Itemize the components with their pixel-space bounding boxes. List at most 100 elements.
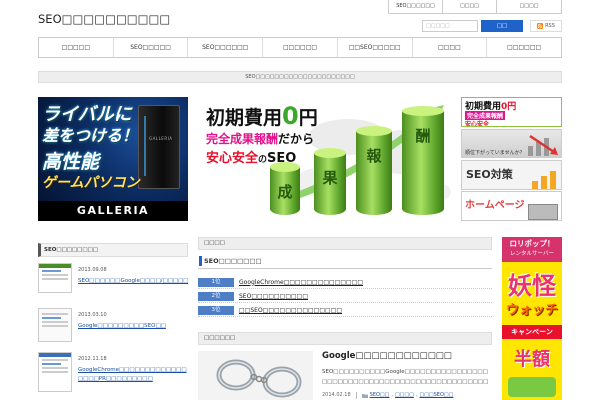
post-date: 2012.11.18: [78, 356, 107, 362]
category-link[interactable]: □□□□: [395, 391, 414, 399]
search-button[interactable]: □□: [481, 20, 523, 32]
seo-main-banner[interactable]: 初期費用0円 完全成果報酬だから 安心安全のSEO 成 果 報 酬: [198, 97, 458, 221]
side-banner-1-line-3: 安心安全: [465, 121, 490, 127]
post-title-link[interactable]: SEO□□□□□□Google□□□□/□□□□□: [78, 277, 188, 286]
thumb-line: [42, 371, 68, 373]
post-title-link[interactable]: Google□□□□□□□□□SEO□□: [78, 322, 188, 331]
category-link[interactable]: □□□SEO□□: [419, 391, 453, 399]
top-link-2[interactable]: □□□□: [460, 3, 479, 9]
ranking-title-link[interactable]: □□SEO□□□□□□□□□□□□□□: [239, 307, 342, 314]
article-date: 2014.02.18: [322, 392, 351, 398]
ranking-row: 2位 SEO□□□□□□□□□□: [198, 290, 492, 303]
banner-line-2: 完全成果報酬だから: [206, 130, 314, 147]
bar-2: 果: [314, 148, 346, 215]
thumb-line: [42, 317, 62, 319]
sidebar-post: 2013.03.10 Google□□□□□□□□□SEO□□: [38, 308, 188, 344]
thumb-line: [42, 367, 68, 369]
banner-title: 初期費用0円: [206, 102, 318, 130]
rank-badge: 3位: [198, 305, 234, 315]
lolipop-ad-banner[interactable]: ロリポップ！ レンタルサーバー 妖怪 ウォッチ キャンペーン 半額: [502, 237, 562, 400]
sidebar-post: 2012.11.18 GoogleChrome□□□□□□□□□□□□□□□□□…: [38, 352, 188, 394]
folder-icon: [361, 393, 368, 398]
meta-divider: [355, 391, 357, 399]
galleria-brand: GALLERIA: [38, 201, 188, 221]
top-links: SEO□□□□□□ □□□□ □□□□: [388, 0, 562, 14]
handcuffs-image: [198, 351, 313, 400]
post-thumbnail[interactable]: [38, 308, 72, 342]
notice-bar: SEO□□□□□□□□□□□□□□□□□□□□□: [38, 71, 562, 83]
nav-item-1[interactable]: □□□□□: [39, 38, 114, 57]
article-thumbnail[interactable]: [198, 351, 313, 400]
top-link-1[interactable]: SEO□□□□□□: [396, 3, 435, 9]
bar-3-label: 報: [366, 147, 382, 165]
bar-1: 成: [270, 162, 300, 215]
search-input[interactable]: [422, 20, 478, 32]
ranking-row: 1位 GoogleChrome□□□□□□□□□□□□□□: [198, 276, 492, 289]
post-thumbnail[interactable]: [38, 263, 72, 293]
galleria-banner[interactable]: ライバルに 差をつける！ GALLERIA 高性能 ゲームパソコン GALLER…: [38, 97, 188, 221]
banner-line-2-highlight: 完全成果報酬: [206, 132, 279, 146]
sidebar-heading: SEO□□□□□□□□: [38, 243, 188, 257]
nav-item-5[interactable]: □□SEO□□□□□: [338, 38, 413, 57]
nav-item-6[interactable]: □□□□: [413, 38, 488, 57]
top-link-cell: □□□□: [442, 0, 496, 14]
thumb-line: [42, 313, 68, 315]
nav-item-7[interactable]: □□□□□□: [487, 38, 561, 57]
galleria-line-2: 差をつける！: [42, 126, 139, 145]
article-meta: 2014.02.18 SEO□□, □□□□, □□□SEO□□: [322, 391, 453, 399]
ranking-heading: SEO□□□□□□□: [198, 255, 492, 269]
thumb-line: [42, 363, 62, 365]
ad-decoration: [508, 377, 556, 397]
site-logo[interactable]: SEO□□□□□□□□□□: [38, 12, 170, 26]
rss-label: RSS: [545, 23, 555, 29]
ranking-title-link[interactable]: SEO□□□□□□□□□□: [239, 293, 308, 300]
galleria-line-3: 高性能: [42, 151, 100, 173]
thumb-line: [42, 359, 68, 361]
galleria-line-4: ゲームパソコン: [42, 175, 140, 191]
sidebar-post: 2013.09.08 SEO□□□□□□Google□□□□/□□□□□: [38, 263, 188, 295]
article-title-link[interactable]: Google□□□□□□□□□□□□: [322, 351, 452, 361]
banner-line-2-rest: だから: [278, 132, 315, 146]
post-date: 2013.09.08: [78, 267, 107, 273]
rank-badge: 2位: [198, 291, 234, 301]
side-banner-pricing[interactable]: 初期費用0円 完全成果報酬 安心安全: [461, 97, 562, 127]
category-link[interactable]: SEO□□: [370, 391, 390, 399]
banner-title-text: 初期費用: [206, 107, 283, 129]
banner-yen: 円: [298, 107, 318, 129]
section-heading-ranking: □□□□: [198, 237, 492, 250]
nav-item-4[interactable]: □□□□□□: [263, 38, 338, 57]
thumb-header: [39, 264, 71, 268]
nav-item-3[interactable]: SEO□□□□□□: [188, 38, 264, 57]
ad-brand: ロリポップ！: [509, 239, 555, 248]
rss-link[interactable]: RSS: [530, 20, 562, 32]
thumb-line: [42, 278, 68, 280]
category-separator: ,: [415, 392, 418, 398]
thumb-header: [39, 353, 71, 357]
bar-4: 酬: [402, 106, 444, 215]
bar-3: 報: [356, 126, 392, 215]
top-link-3[interactable]: □□□□: [520, 3, 539, 9]
rank-badge: 1位: [198, 277, 234, 287]
article-excerpt: SEO□□□□□□□□□□Google□□□□□□□□□□□□□□□□□□□□□…: [322, 369, 489, 385]
ad-campaign-band: キャンペーン: [502, 325, 562, 339]
banner-zero: 0: [282, 102, 299, 130]
banner-line-3-highlight: 安心安全: [206, 151, 259, 166]
side-banner-2-text: 順位下がっていませんか？: [465, 150, 525, 156]
post-title-link[interactable]: GoogleChrome□□□□□□□□□□□□□□□□□PR□□□□□□□□□: [78, 366, 188, 384]
laptop-image: [528, 204, 558, 220]
thumb-line: [42, 321, 68, 323]
top-link-cell: □□□□: [496, 0, 561, 14]
side-banner-ranking[interactable]: 順位下がっていませんか？: [461, 129, 562, 158]
post-thumbnail[interactable]: [38, 352, 72, 392]
seo-bars-icon: [532, 171, 556, 189]
ranking-title-link[interactable]: GoogleChrome□□□□□□□□□□□□□□: [239, 279, 363, 286]
side-banner-homepage[interactable]: ホームページ: [461, 191, 562, 221]
nav-item-2[interactable]: SEO□□□□□: [114, 38, 189, 57]
ranking-down-chart-icon: [528, 134, 558, 156]
ad-headline-2: ウォッチ: [505, 303, 558, 318]
side-banner-seo[interactable]: SEO対策: [461, 160, 562, 190]
ad-header: ロリポップ！ レンタルサーバー: [502, 237, 562, 262]
pc-case-light: [144, 116, 146, 176]
main-nav: □□□□□ SEO□□□□□ SEO□□□□□□ □□□□□□ □□SEO□□□…: [38, 37, 562, 58]
bar-4-label: 酬: [415, 127, 431, 145]
